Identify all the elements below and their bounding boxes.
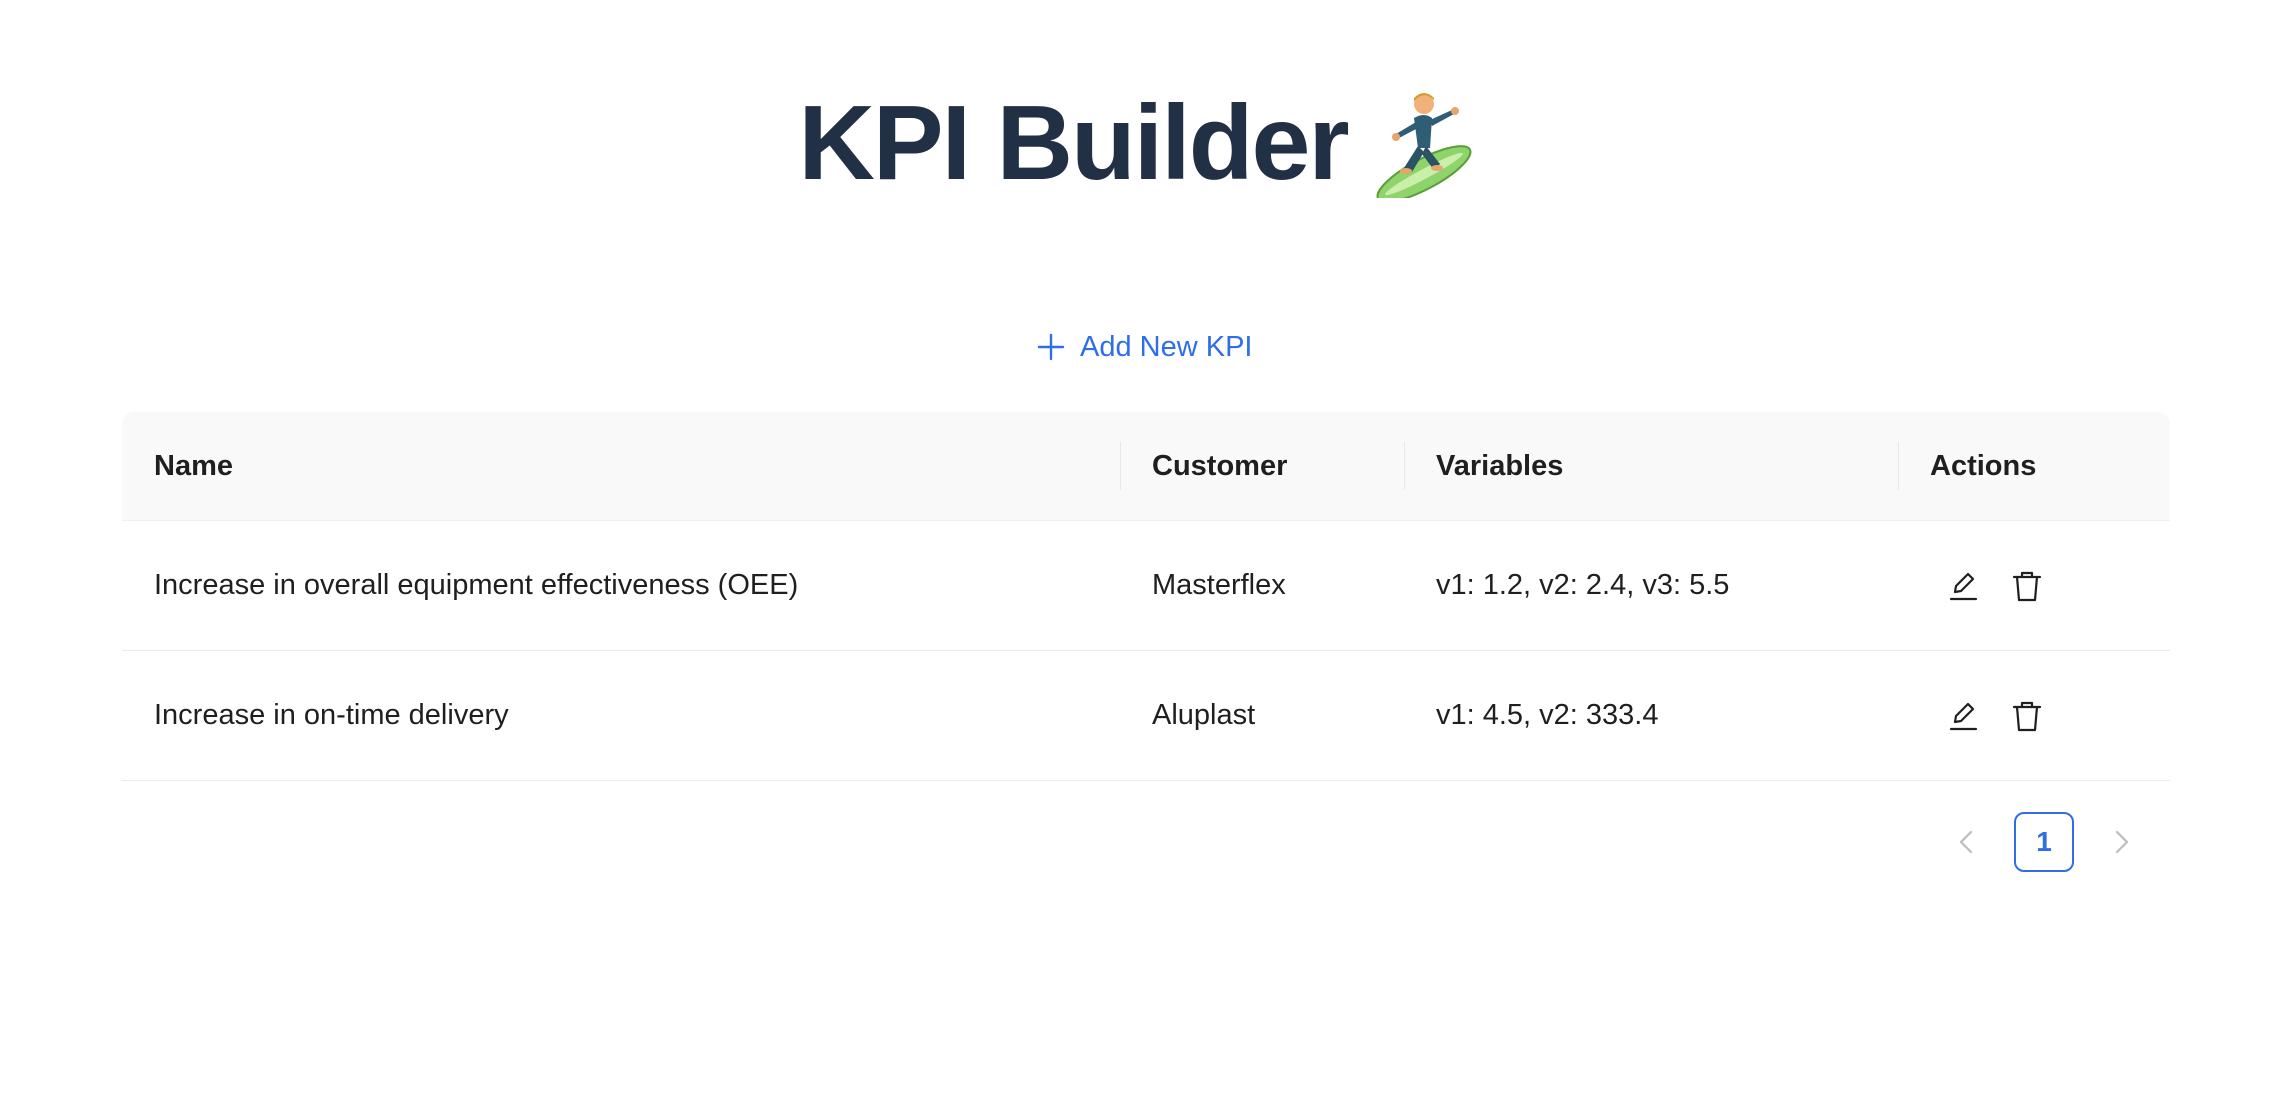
column-header-actions: Actions <box>1898 412 2170 521</box>
column-header-name: Name <box>122 412 1120 521</box>
trash-icon[interactable] <box>2010 569 2044 603</box>
previous-page-chevron-left-icon[interactable] <box>1950 825 1984 859</box>
edit-icon[interactable] <box>1946 569 1980 603</box>
page-title: KPI Builder <box>798 84 1349 202</box>
table-body: Increase in overall equipment effectiven… <box>122 520 2170 781</box>
kpi-name-cell: Increase in on-time delivery <box>122 650 1120 781</box>
kpi-table: Name Customer Variables Actions Increase… <box>122 412 2170 781</box>
title-row: KPI Builder <box>0 84 2276 203</box>
plus-icon <box>1036 332 1066 362</box>
row-actions <box>1930 699 2138 733</box>
kpi-builder-page: KPI Builder Add New KPI Name Customer Va… <box>0 0 2276 1104</box>
table-row: Increase in overall equipment effectiven… <box>122 520 2170 651</box>
pagination: 1 <box>1950 812 2138 872</box>
edit-icon[interactable] <box>1946 699 1980 733</box>
actions-cell <box>1898 650 2170 781</box>
column-header-variables: Variables <box>1404 412 1898 521</box>
table-row: Increase in on-time delivery Aluplast v1… <box>122 650 2170 781</box>
variables-cell: v1: 1.2, v2: 2.4, v3: 5.5 <box>1404 520 1898 651</box>
kpi-name-cell: Increase in overall equipment effectiven… <box>122 520 1120 651</box>
customer-cell: Masterflex <box>1120 520 1404 651</box>
row-actions <box>1930 569 2138 603</box>
customer-cell: Aluplast <box>1120 650 1404 781</box>
variables-cell: v1: 4.5, v2: 333.4 <box>1404 650 1898 781</box>
add-new-kpi-label: Add New KPI <box>1080 330 1253 363</box>
trash-icon[interactable] <box>2010 699 2044 733</box>
column-header-customer: Customer <box>1120 412 1404 521</box>
table-header: Name Customer Variables Actions <box>122 412 2170 521</box>
page-number-button[interactable]: 1 <box>2014 812 2074 872</box>
actions-cell <box>1898 520 2170 651</box>
add-new-kpi-button[interactable]: Add New KPI <box>1036 322 1252 372</box>
surfer-icon <box>1374 88 1478 203</box>
next-page-chevron-right-icon[interactable] <box>2104 825 2138 859</box>
kpi-table-container: Name Customer Variables Actions Increase… <box>122 412 2170 781</box>
